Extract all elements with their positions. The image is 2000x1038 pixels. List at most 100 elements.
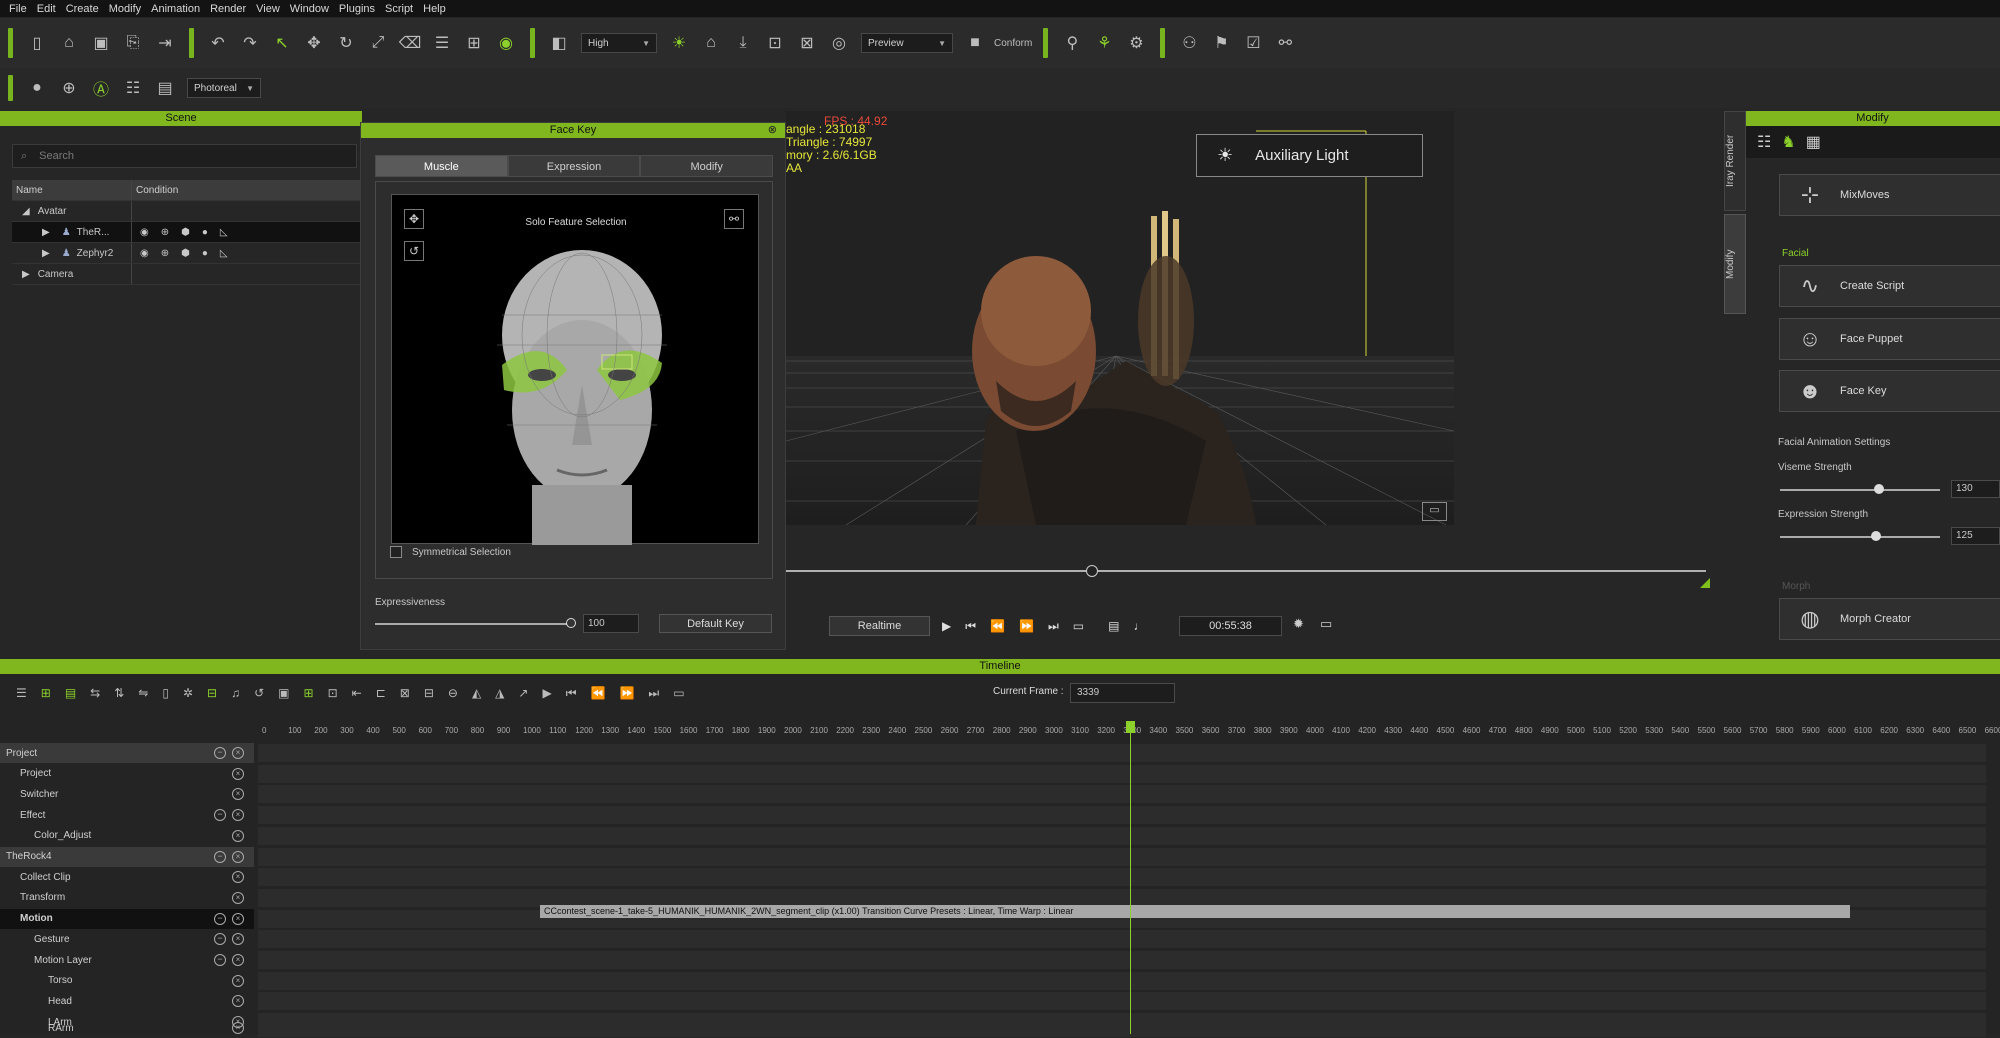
menu-item[interactable]: Plugins bbox=[334, 3, 380, 15]
next-key-icon[interactable]: ⏭ bbox=[648, 686, 659, 701]
sort-icon[interactable]: ⇅ bbox=[114, 686, 124, 700]
layout-icon[interactable]: ◧ bbox=[546, 30, 572, 56]
expressiveness-value[interactable]: 100 bbox=[583, 614, 639, 633]
track-lane[interactable] bbox=[258, 951, 1986, 969]
close-icon[interactable]: ⊗ bbox=[768, 123, 777, 138]
remove-track-icon[interactable]: × bbox=[232, 954, 244, 966]
remove-track-icon[interactable]: × bbox=[232, 747, 244, 759]
delete-icon[interactable]: ⊠ bbox=[400, 686, 410, 700]
zoom-icon[interactable]: ⊕ bbox=[56, 75, 82, 101]
collapse-icon[interactable]: − bbox=[214, 933, 226, 946]
remove-track-icon[interactable]: × bbox=[232, 767, 244, 780]
flip-icon[interactable]: ◮ bbox=[495, 686, 504, 700]
zoom-out-icon[interactable]: ⊖ bbox=[448, 686, 458, 700]
people-icon[interactable]: ⚇ bbox=[1176, 30, 1202, 56]
photoreal-dropdown[interactable]: Photoreal ▼ bbox=[187, 78, 261, 98]
frame-selected-icon[interactable]: ⊡ bbox=[762, 30, 788, 56]
remove-track-icon[interactable]: × bbox=[232, 995, 244, 1008]
tab-muscle[interactable]: Muscle bbox=[375, 155, 508, 177]
remove-track-icon[interactable]: × bbox=[232, 850, 244, 863]
timeline-track[interactable]: TheRock4 − × bbox=[0, 846, 254, 867]
expand-arrow-icon[interactable]: ▶ bbox=[22, 269, 30, 280]
step-back-icon[interactable]: ⏪ bbox=[990, 619, 1005, 633]
eraser-icon[interactable]: ⌫ bbox=[397, 30, 423, 56]
timeline-track[interactable]: Collect Clip × bbox=[0, 867, 254, 887]
viseme-slider[interactable] bbox=[1780, 484, 1940, 494]
search-input[interactable]: ⌕ Search bbox=[12, 144, 357, 168]
bones-icon[interactable]: ⚙ bbox=[1123, 30, 1149, 56]
default-key-button[interactable]: Default Key bbox=[659, 614, 772, 633]
current-frame-input[interactable]: 3339 bbox=[1070, 683, 1175, 703]
settings-sliders-icon[interactable]: ☷ bbox=[120, 75, 146, 101]
collapse-icon[interactable]: − bbox=[214, 747, 226, 759]
playback-slider-track[interactable] bbox=[786, 570, 1706, 572]
expressiveness-slider-handle[interactable] bbox=[566, 618, 576, 628]
transition-icon[interactable]: ⇆ bbox=[90, 686, 100, 700]
safe-frame-icon[interactable]: ▭ bbox=[1320, 616, 1332, 632]
track-lane[interactable] bbox=[258, 992, 1986, 1011]
ai-render-icon[interactable]: Ⓐ bbox=[88, 75, 114, 101]
break-clip-icon[interactable]: ⊟ bbox=[207, 686, 217, 700]
remove-track-icon[interactable]: × bbox=[232, 809, 244, 822]
previous-key-icon[interactable]: ⏮ bbox=[965, 619, 976, 634]
sliders-icon[interactable]: ☷ bbox=[1757, 132, 1771, 152]
save-icon[interactable]: ▣ bbox=[88, 30, 114, 56]
insert-icon[interactable]: ⊏ bbox=[376, 686, 386, 700]
music-icon[interactable]: ♫ bbox=[231, 686, 240, 700]
menu-item[interactable]: Create bbox=[61, 3, 104, 15]
display-mode-icon[interactable]: ◎ bbox=[826, 30, 852, 56]
condition-icons[interactable]: ◉⊕⬢●◺ bbox=[132, 227, 240, 238]
checklist-icon[interactable]: ☑ bbox=[1240, 30, 1266, 56]
loop-icon[interactable]: ▭ bbox=[1073, 619, 1084, 633]
mixmoves-button[interactable]: ⊹ MixMoves bbox=[1779, 174, 2000, 216]
play-icon[interactable]: ▶ bbox=[942, 619, 951, 633]
visibility-eye-icon[interactable]: ◉ bbox=[493, 30, 519, 56]
menu-item[interactable]: Help bbox=[418, 3, 451, 15]
tab-modify-vertical[interactable]: Modify bbox=[1724, 214, 1746, 314]
loop-clip-icon[interactable]: ↺ bbox=[254, 686, 264, 700]
remove-track-icon[interactable]: × bbox=[232, 933, 244, 946]
expression-strength-value[interactable]: 125 bbox=[1951, 527, 2000, 545]
condition-icons[interactable]: ◉⊕⬢●◺ bbox=[132, 248, 240, 259]
menu-item[interactable]: View bbox=[251, 3, 285, 15]
clipboard-icon[interactable]: ▯ bbox=[162, 686, 169, 700]
next-key-icon[interactable]: ⏭ bbox=[1048, 619, 1059, 634]
export-clip-icon[interactable]: ↗ bbox=[518, 686, 528, 700]
timeline-track[interactable]: Head × bbox=[0, 991, 254, 1011]
timecode-display[interactable]: 00:55:38 bbox=[1179, 616, 1282, 636]
ik-icon[interactable]: ⚘ bbox=[1091, 30, 1117, 56]
resize-grip-icon[interactable] bbox=[1700, 578, 1710, 588]
timeline-track[interactable]: Switcher × bbox=[0, 784, 254, 804]
morph-creator-button[interactable]: ◍ Morph Creator bbox=[1779, 598, 2000, 640]
add-key-icon[interactable]: ⊞ bbox=[41, 686, 51, 700]
camera-fit-icon[interactable]: ⊠ bbox=[794, 30, 820, 56]
tab-iray-render[interactable]: Iray Render bbox=[1724, 111, 1746, 211]
symmetrical-checkbox[interactable] bbox=[390, 546, 402, 558]
export-icon[interactable]: ⇥ bbox=[152, 30, 178, 56]
symmetrical-selection[interactable]: Symmetrical Selection bbox=[390, 546, 511, 558]
collapse-icon[interactable]: − bbox=[214, 809, 226, 822]
bones-icon[interactable]: ✲ bbox=[183, 686, 193, 700]
collapse-icon[interactable]: − bbox=[214, 912, 226, 925]
remove-track-icon[interactable]: × bbox=[232, 871, 244, 884]
menu-item[interactable]: Render bbox=[205, 3, 251, 15]
menu-item[interactable]: Edit bbox=[32, 3, 61, 15]
move-icon[interactable]: ✥ bbox=[301, 30, 327, 56]
sphere-icon[interactable]: ● bbox=[24, 75, 50, 101]
remove-track-icon[interactable]: × bbox=[232, 829, 244, 842]
auxiliary-light-label[interactable]: ☀ Auxiliary Light bbox=[1196, 134, 1423, 177]
expression-strength-slider-handle[interactable] bbox=[1871, 531, 1881, 541]
realtime-button[interactable]: Realtime bbox=[829, 616, 930, 636]
track-lane[interactable] bbox=[258, 744, 1986, 762]
zoom-extent-icon[interactable]: ⇤ bbox=[352, 686, 362, 700]
step-forward-icon[interactable]: ⏩ bbox=[1019, 619, 1034, 633]
chat-bubble-icon[interactable]: ▭ bbox=[1422, 502, 1447, 521]
face-key-button[interactable]: ☻ Face Key bbox=[1779, 370, 2000, 412]
collapse-icon[interactable]: − bbox=[214, 850, 226, 863]
flag-icon[interactable]: ⚑ bbox=[1208, 30, 1234, 56]
track-lane[interactable] bbox=[258, 1019, 1986, 1037]
timeline-track[interactable]: Motion − × bbox=[0, 908, 254, 929]
menu-item[interactable]: Window bbox=[285, 3, 334, 15]
open-folder-icon[interactable]: ⌂ bbox=[56, 30, 82, 56]
mirror-icon[interactable]: ◭ bbox=[472, 686, 481, 700]
